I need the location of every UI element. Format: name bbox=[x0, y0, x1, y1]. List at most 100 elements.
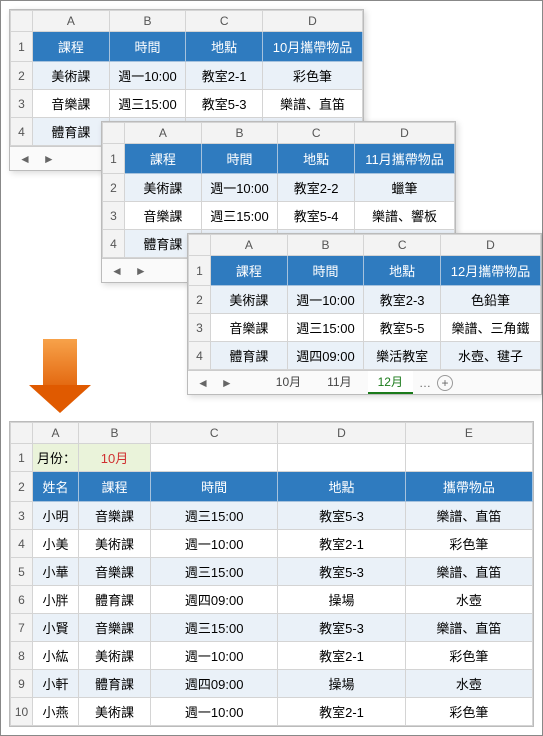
cell-place[interactable]: 教室2-1 bbox=[278, 530, 405, 558]
row-header[interactable]: 3 bbox=[11, 502, 33, 530]
cell[interactable]: 體育課 bbox=[211, 342, 288, 370]
row-header[interactable]: 3 bbox=[103, 202, 125, 230]
cell[interactable]: 教室2-1 bbox=[186, 62, 263, 90]
row-header[interactable]: 3 bbox=[11, 90, 33, 118]
col-header[interactable]: B bbox=[109, 11, 186, 32]
col-header[interactable]: B bbox=[79, 423, 151, 444]
cell-place[interactable]: 操場 bbox=[278, 670, 405, 698]
cell[interactable]: 週一10:00 bbox=[109, 62, 186, 90]
cell-place[interactable]: 教室2-1 bbox=[278, 698, 405, 726]
cell[interactable]: 教室5-3 bbox=[186, 90, 263, 118]
cell[interactable]: 音樂課 bbox=[33, 90, 110, 118]
col-header[interactable]: C bbox=[364, 235, 441, 256]
tab-nav-prev-icon[interactable]: ◄ bbox=[108, 264, 126, 278]
cell[interactable]: 音樂課 bbox=[211, 314, 288, 342]
cell-course[interactable]: 體育課 bbox=[79, 586, 151, 614]
cell[interactable] bbox=[405, 444, 532, 472]
row-header[interactable]: 5 bbox=[11, 558, 33, 586]
cell-item[interactable]: 水壺 bbox=[405, 586, 532, 614]
col-header[interactable]: D bbox=[441, 235, 541, 256]
cell[interactable]: 蠟筆 bbox=[355, 174, 455, 202]
row-header[interactable]: 4 bbox=[11, 118, 33, 146]
col-header[interactable]: A bbox=[33, 11, 110, 32]
cell[interactable]: 色鉛筆 bbox=[441, 286, 541, 314]
col-header[interactable]: C bbox=[186, 11, 263, 32]
cell[interactable]: 教室2-2 bbox=[278, 174, 355, 202]
cell[interactable]: 美術課 bbox=[33, 62, 110, 90]
tab-nav-next-icon[interactable]: ► bbox=[132, 264, 150, 278]
cell-name[interactable]: 小明 bbox=[33, 502, 79, 530]
cell-course[interactable]: 音樂課 bbox=[79, 614, 151, 642]
tab-overflow-icon[interactable]: … bbox=[419, 376, 431, 390]
col-header[interactable]: C bbox=[278, 123, 355, 144]
cell[interactable]: 週一10:00 bbox=[201, 174, 278, 202]
cell-name[interactable]: 小燕 bbox=[33, 698, 79, 726]
cell-item[interactable]: 樂譜、直笛 bbox=[405, 502, 532, 530]
row-header[interactable]: 6 bbox=[11, 586, 33, 614]
tab-nav-next-icon[interactable]: ► bbox=[218, 376, 236, 390]
row-header[interactable]: 2 bbox=[189, 286, 211, 314]
cell[interactable]: 教室5-5 bbox=[364, 314, 441, 342]
sheet-tab[interactable]: 11月 bbox=[317, 371, 361, 394]
select-all-corner[interactable] bbox=[189, 235, 211, 256]
col-header[interactable]: A bbox=[211, 235, 288, 256]
cell-place[interactable]: 教室5-3 bbox=[278, 502, 405, 530]
sheet-tab[interactable]: 12月 bbox=[368, 371, 413, 394]
cell[interactable]: 週三15:00 bbox=[201, 202, 278, 230]
col-header[interactable]: E bbox=[405, 423, 532, 444]
cell-course[interactable]: 美術課 bbox=[79, 698, 151, 726]
cell-name[interactable]: 小紘 bbox=[33, 642, 79, 670]
new-sheet-button[interactable]: + bbox=[437, 375, 453, 391]
tab-nav-prev-icon[interactable]: ◄ bbox=[16, 152, 34, 166]
cell-time[interactable]: 週四09:00 bbox=[151, 670, 278, 698]
row-header[interactable]: 3 bbox=[189, 314, 211, 342]
cell-place[interactable]: 教室5-3 bbox=[278, 614, 405, 642]
cell[interactable]: 教室2-3 bbox=[364, 286, 441, 314]
col-header[interactable]: A bbox=[33, 423, 79, 444]
cell-item[interactable]: 彩色筆 bbox=[405, 530, 532, 558]
cell[interactable]: 美術課 bbox=[125, 174, 202, 202]
cell-place[interactable]: 教室2-1 bbox=[278, 642, 405, 670]
cell-time[interactable]: 週三15:00 bbox=[151, 558, 278, 586]
cell-course[interactable]: 音樂課 bbox=[79, 502, 151, 530]
cell[interactable]: 體育課 bbox=[33, 118, 110, 146]
tab-nav-prev-icon[interactable]: ◄ bbox=[194, 376, 212, 390]
col-header[interactable]: D bbox=[263, 11, 363, 32]
cell-item[interactable]: 彩色筆 bbox=[405, 642, 532, 670]
col-header[interactable]: C bbox=[151, 423, 278, 444]
row-header[interactable]: 4 bbox=[189, 342, 211, 370]
row-header[interactable]: 8 bbox=[11, 642, 33, 670]
row-header[interactable]: 7 bbox=[11, 614, 33, 642]
row-header[interactable]: 10 bbox=[11, 698, 33, 726]
row-header[interactable]: 1 bbox=[11, 444, 33, 472]
row-header[interactable]: 1 bbox=[103, 144, 125, 174]
row-header[interactable]: 4 bbox=[103, 230, 125, 258]
row-header[interactable]: 4 bbox=[11, 530, 33, 558]
row-header[interactable]: 2 bbox=[11, 62, 33, 90]
row-header[interactable]: 2 bbox=[11, 472, 33, 502]
row-header[interactable]: 9 bbox=[11, 670, 33, 698]
month-value-cell[interactable]: 10月 bbox=[79, 444, 151, 472]
cell-name[interactable]: 小華 bbox=[33, 558, 79, 586]
select-all-corner[interactable] bbox=[11, 11, 33, 32]
month-label-cell[interactable]: 月份： bbox=[33, 444, 79, 472]
cell-course[interactable]: 體育課 bbox=[79, 670, 151, 698]
col-header[interactable]: B bbox=[201, 123, 278, 144]
cell-place[interactable]: 操場 bbox=[278, 586, 405, 614]
cell-course[interactable]: 美術課 bbox=[79, 530, 151, 558]
sheet-tab[interactable]: 10月 bbox=[266, 371, 311, 394]
cell-course[interactable]: 美術課 bbox=[79, 642, 151, 670]
cell[interactable]: 樂活教室 bbox=[364, 342, 441, 370]
cell-time[interactable]: 週三15:00 bbox=[151, 502, 278, 530]
col-header[interactable]: B bbox=[287, 235, 364, 256]
cell[interactable]: 樂譜、響板 bbox=[355, 202, 455, 230]
cell[interactable]: 週一10:00 bbox=[287, 286, 364, 314]
cell-name[interactable]: 小美 bbox=[33, 530, 79, 558]
cell-item[interactable]: 彩色筆 bbox=[405, 698, 532, 726]
col-header[interactable]: D bbox=[355, 123, 455, 144]
cell[interactable]: 週三15:00 bbox=[287, 314, 364, 342]
cell[interactable]: 週三15:00 bbox=[109, 90, 186, 118]
cell[interactable]: 教室5-4 bbox=[278, 202, 355, 230]
col-header[interactable]: D bbox=[278, 423, 405, 444]
cell[interactable]: 樂譜、直笛 bbox=[263, 90, 363, 118]
